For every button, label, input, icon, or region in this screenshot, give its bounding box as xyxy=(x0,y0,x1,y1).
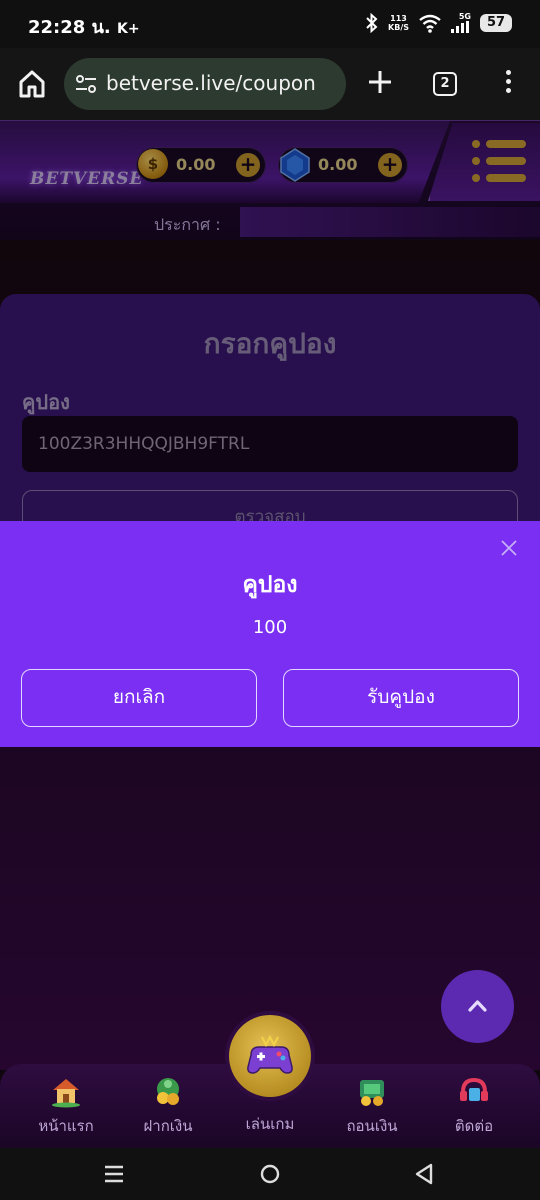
chevron-up-icon xyxy=(468,1000,487,1012)
cancel-button[interactable]: ยกเลิก xyxy=(21,669,257,727)
status-bar: 22:28 น. K+ 113 KB/S 5G 57 xyxy=(0,0,540,48)
tab-switcher-button[interactable]: 2 xyxy=(433,72,457,96)
home-icon[interactable] xyxy=(14,66,50,102)
withdraw-icon xyxy=(360,1080,384,1106)
signal-icon xyxy=(451,21,469,33)
back-icon[interactable] xyxy=(414,1163,434,1185)
house-icon xyxy=(52,1079,80,1108)
modal-title: คูปอง xyxy=(242,572,298,598)
wifi-icon xyxy=(419,14,441,33)
screen: 22:28 น. K+ 113 KB/S 5G 57 betverse.live/… xyxy=(0,0,540,1200)
network-speed: 113 KB/S xyxy=(388,13,409,32)
browser-toolbar: betverse.live/coupon 2 xyxy=(0,48,540,120)
home-nav-icon[interactable] xyxy=(260,1164,280,1184)
nav-withdraw[interactable]: ถอนเงิน xyxy=(322,1074,422,1138)
nav-play-label[interactable]: เล่นเกม xyxy=(220,1112,320,1136)
system-navigation-bar xyxy=(0,1148,540,1200)
coupon-modal: คูปอง 100 ยกเลิก รับคูปอง xyxy=(0,521,540,747)
nav-home[interactable]: หน้าแรก xyxy=(16,1074,116,1138)
nav-contact[interactable]: ติดต่อ xyxy=(424,1074,524,1138)
claim-coupon-button[interactable]: รับคูปอง xyxy=(283,669,519,727)
status-time: 22:28 น. K+ xyxy=(28,17,140,38)
coupon-amount: 100 xyxy=(252,617,288,638)
contact-icon xyxy=(460,1077,488,1101)
url-text[interactable]: betverse.live/coupon xyxy=(106,71,316,95)
deposit-icon xyxy=(157,1078,179,1105)
more-menu-icon[interactable] xyxy=(498,70,518,98)
site-settings-icon[interactable] xyxy=(74,73,98,95)
signal-indicator: 5G xyxy=(451,12,471,33)
battery-indicator: 57 xyxy=(480,13,512,32)
address-bar[interactable]: betverse.live/coupon xyxy=(64,58,346,110)
recent-apps-icon[interactable] xyxy=(104,1164,124,1184)
scroll-to-top-button[interactable] xyxy=(441,970,514,1043)
gamepad-icon xyxy=(247,1034,293,1074)
close-icon[interactable] xyxy=(500,539,518,557)
bluetooth-icon xyxy=(366,12,378,33)
nav-deposit[interactable]: ฝากเงิน xyxy=(118,1074,218,1138)
carrier-icon: K+ xyxy=(117,21,140,37)
play-game-button[interactable] xyxy=(229,1015,311,1097)
new-tab-icon[interactable] xyxy=(366,68,394,96)
